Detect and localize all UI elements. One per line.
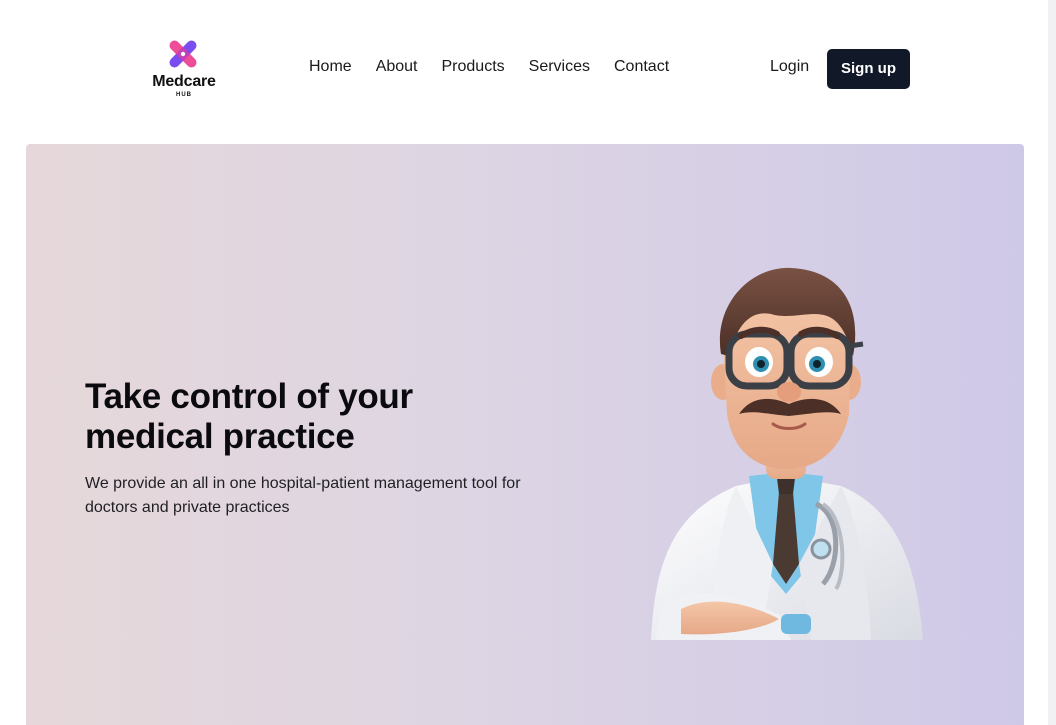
- nav-item-products[interactable]: Products: [442, 58, 505, 76]
- signup-button[interactable]: Sign up: [827, 49, 910, 89]
- logo-cross-icon: [169, 40, 197, 68]
- page: Medcare HUB Home About Products Services…: [0, 0, 1056, 725]
- scrollbar[interactable]: [1048, 0, 1056, 725]
- logo[interactable]: Medcare HUB: [146, 36, 222, 102]
- brand-name: Medcare: [152, 73, 216, 90]
- hero-description: We provide an all in one hospital-patien…: [85, 475, 521, 516]
- header: Medcare HUB Home About Products Services…: [0, 0, 1048, 140]
- nav-item-contact[interactable]: Contact: [614, 58, 669, 76]
- nav-item-about[interactable]: About: [376, 58, 418, 76]
- hero-section: Take control of your medical practice We…: [26, 144, 1024, 725]
- login-link[interactable]: Login: [770, 58, 809, 76]
- hero-title: Take control of your medical practice: [85, 377, 413, 456]
- doctor-illustration: [651, 267, 923, 640]
- nav-item-home[interactable]: Home: [309, 58, 352, 76]
- main-nav: Home About Products Services Contact: [309, 58, 669, 76]
- brand-sub: HUB: [176, 92, 192, 98]
- nav-item-services[interactable]: Services: [529, 58, 590, 76]
